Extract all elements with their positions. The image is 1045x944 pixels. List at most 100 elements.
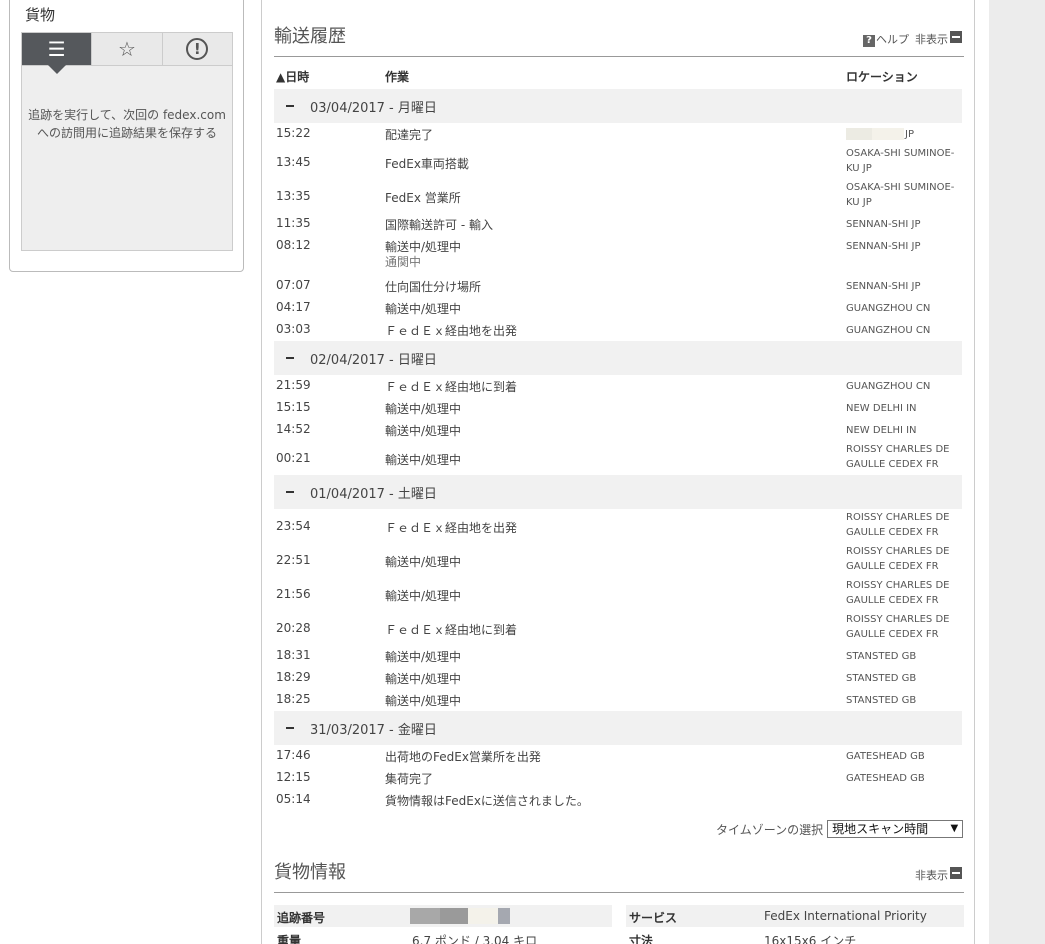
dimensions-value: 16x15x6 インチ: [764, 934, 857, 944]
hide-history-toggle[interactable]: 非表示: [915, 31, 962, 47]
history-event-row: 22:51 輸送中/処理中 ROISSY CHARLES DE GAULLE CED…: [274, 543, 962, 577]
history-event-row: 18:25 輸送中/処理中 STANSTED GB: [274, 689, 962, 711]
event-activity: 輸送中/処理中: [385, 555, 462, 569]
date-group-label: 02/04/2017 - 日曜日: [310, 353, 437, 368]
history-event-row: 17:46 出荷地のFedEx営業所を出発 GATESHEAD GB: [274, 745, 962, 767]
event-location: STANSTED GB: [846, 673, 917, 684]
tab-list[interactable]: ☰: [22, 33, 93, 74]
column-activity: 作業: [385, 70, 410, 84]
dimensions-label: 寸法: [629, 934, 654, 944]
column-date-sort[interactable]: ▲日時: [276, 68, 309, 85]
shipment-watch-panel: 貨物 ☰ ☆ ! 追跡を実行して、次回の fedex.comへの訪問用に追跡結果…: [9, 0, 244, 272]
event-time: 04:17: [276, 300, 311, 314]
event-activity: 国際輸送許可 - 輸入: [385, 218, 493, 232]
event-location: STANSTED GB: [846, 651, 917, 662]
event-location: GUANGZHOU CN: [846, 303, 931, 314]
date-group-header[interactable]: 03/04/2017 - 月曜日: [274, 89, 962, 123]
history-header: 輸送履歴 ? ヘルプ 非表示: [274, 26, 964, 57]
tracking-number-label: 追跡番号: [277, 911, 326, 925]
help-label: ヘルプ: [876, 33, 909, 46]
timezone-label: タイムゾーンの選択: [716, 822, 824, 837]
event-location: GUANGZHOU CN: [846, 325, 931, 336]
weight-cell: 重量 6.7 ポンド / 3.04 キロ: [274, 928, 612, 944]
history-event-row: 07:07 仕向国仕分け場所 SENNAN-SHI JP: [274, 275, 962, 297]
shipment-row: 追跡番号 サービス FedEx International Priority: [274, 905, 964, 927]
event-time: 13:45: [276, 155, 311, 169]
event-activity: 仕向国仕分け場所: [385, 280, 482, 294]
history-event-row: 13:35 FedEx 営業所 OSAKA-SHI SUMINOE-KU JP: [274, 179, 962, 213]
tab-favorites[interactable]: ☆: [92, 33, 163, 65]
date-group-header[interactable]: 01/04/2017 - 土曜日: [274, 475, 962, 509]
weight-label: 重量: [277, 934, 302, 944]
history-event-row: 11:35 国際輸送許可 - 輸入 SENNAN-SHI JP: [274, 213, 962, 235]
hide-label: 非表示: [915, 869, 948, 882]
date-group-header[interactable]: 02/04/2017 - 日曜日: [274, 341, 962, 375]
event-activity: ＦｅｄＥｘ経由地を出発: [385, 324, 518, 338]
hide-shipment-toggle[interactable]: 非表示: [915, 867, 962, 883]
event-location: JP: [846, 127, 966, 142]
timezone-select[interactable]: 現地スキャン時間 ▼: [827, 820, 964, 838]
help-link[interactable]: ? ヘルプ: [863, 31, 909, 47]
event-time: 21:56: [276, 587, 311, 601]
event-activity: 輸送中/処理中: [385, 589, 462, 603]
shipment-row: 重量 6.7 ポンド / 3.04 キロ 寸法 16x15x6 インチ: [274, 928, 964, 944]
right-sidebar: [989, 0, 1045, 944]
collapse-minus-icon: [286, 491, 294, 493]
event-activity: 輸送中/処理中: [385, 402, 462, 416]
event-activity: 輸送中/処理中: [385, 672, 462, 686]
history-tools: ? ヘルプ 非表示: [863, 31, 962, 47]
event-location: ROISSY CHARLES DE GAULLE CEDEX FR: [846, 546, 950, 572]
history-event-row: 15:15 輸送中/処理中 NEW DELHI IN: [274, 397, 962, 419]
history-event-row: 18:31 輸送中/処理中 STANSTED GB: [274, 645, 962, 667]
watch-tabs: ☰ ☆ !: [22, 33, 232, 74]
event-activity: 輸送中/処理中: [385, 694, 462, 708]
dropdown-arrow-icon: ▼: [950, 823, 959, 834]
event-location: ROISSY CHARLES DE GAULLE CEDEX FR: [846, 512, 950, 538]
tab-alerts[interactable]: !: [163, 33, 232, 65]
event-location: ROISSY CHARLES DE GAULLE CEDEX FR: [846, 580, 950, 606]
service-cell: サービス FedEx International Priority: [626, 905, 964, 927]
history-event-row: 04:17 輸送中/処理中 GUANGZHOU CN: [274, 297, 962, 319]
event-time: 14:52: [276, 422, 311, 436]
list-icon: ☰: [47, 37, 66, 61]
event-location: NEW DELHI IN: [846, 403, 917, 414]
timezone-value: 現地スキャン時間: [832, 822, 929, 836]
history-event-row: 12:15 集荷完了 GATESHEAD GB: [274, 767, 962, 789]
weight-value: 6.7 ポンド / 3.04 キロ: [412, 934, 538, 944]
location-country: JP: [905, 129, 914, 140]
event-time: 05:14: [276, 792, 311, 806]
event-location: SENNAN-SHI JP: [846, 219, 921, 230]
tracking-number-cell: 追跡番号: [274, 905, 612, 927]
hide-label: 非表示: [915, 33, 948, 46]
event-activity: ＦｅｄＥｘ経由地に到着: [385, 380, 518, 394]
event-time: 15:15: [276, 400, 311, 414]
event-activity: 出荷地のFedEx営業所を出発: [385, 750, 541, 764]
event-activity: ＦｅｄＥｘ経由地を出発: [385, 521, 518, 535]
event-time: 03:03: [276, 322, 311, 336]
service-label: サービス: [629, 911, 678, 925]
date-group-label: 01/04/2017 - 土曜日: [310, 487, 437, 502]
event-time: 23:54: [276, 519, 311, 533]
event-activity: 輸送中/処理中: [385, 650, 462, 664]
event-location: SENNAN-SHI JP: [846, 281, 921, 292]
collapse-icon: [950, 31, 962, 43]
event-location: OSAKA-SHI SUMINOE-KU JP: [846, 182, 955, 208]
event-activity: 輸送中/処理中: [385, 453, 462, 467]
watch-tab-box: ☰ ☆ ! 追跡を実行して、次回の fedex.comへの訪問用に追跡結果を保存…: [21, 32, 233, 251]
star-icon: ☆: [118, 37, 136, 61]
event-location: SENNAN-SHI JP: [846, 241, 921, 252]
event-time: 11:35: [276, 216, 311, 230]
event-time: 18:29: [276, 670, 311, 684]
history-event-row: 23:54 ＦｅｄＥｘ経由地を出発 ROISSY CHARLES DE GAULLE…: [274, 509, 962, 543]
event-activity: FedEx 営業所: [385, 191, 461, 205]
date-group-header[interactable]: 31/03/2017 - 金曜日: [274, 711, 962, 745]
history-event-row: 08:12 輸送中/処理中 通関中 SENNAN-SHI JP: [274, 235, 962, 275]
event-activity: 輸送中/処理中: [385, 302, 462, 316]
service-value: FedEx International Priority: [764, 909, 927, 923]
event-location: GUANGZHOU CN: [846, 381, 931, 392]
event-location: NEW DELHI IN: [846, 425, 917, 436]
event-time: 20:28: [276, 621, 311, 635]
dimensions-cell: 寸法 16x15x6 インチ: [626, 928, 964, 944]
event-activity: ＦｅｄＥｘ経由地に到着: [385, 623, 518, 637]
event-time: 15:22: [276, 126, 311, 140]
